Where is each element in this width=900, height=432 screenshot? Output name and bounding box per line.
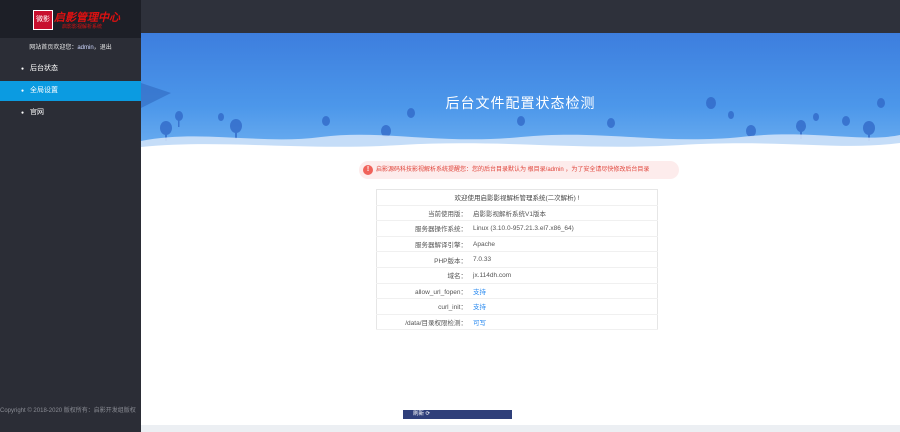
- row-key: curl_init：: [376, 298, 473, 315]
- row-key: 服务器解译引擎：: [376, 236, 473, 253]
- row-value: 支持: [473, 298, 658, 315]
- logout-link[interactable]: 退出: [100, 45, 112, 51]
- logo[interactable]: 微影 启影管理中心 启影影视解析系统: [0, 0, 141, 38]
- sidebar-item-label: 后台状态: [30, 65, 58, 72]
- table-row: /data/目录权限检测： 可写: [376, 314, 658, 331]
- row-key: allow_url_fopen：: [376, 283, 473, 300]
- copyright: Copyright © 2018-2020 版权所有：启影开发组版权: [0, 408, 136, 414]
- sidebar-nav: 后台状态 全局设置 官网: [0, 59, 141, 125]
- row-value: 支持: [473, 283, 658, 300]
- table-row: curl_init： 支持: [376, 298, 658, 315]
- table-row: PHP版本： 7.0.33: [376, 251, 658, 268]
- row-value: jx.114dh.com: [473, 267, 658, 284]
- refresh-button[interactable]: 刷新 ⟳: [403, 410, 512, 419]
- row-value: 7.0.33: [473, 251, 658, 268]
- table-row: 当前使用版： 启影影视解析系统V1版本: [376, 205, 658, 222]
- row-key: 域名：: [376, 267, 473, 284]
- row-key: 服务器操作系统：: [376, 220, 473, 237]
- userbar: 网站首页欢迎您：admin，退出: [0, 40, 141, 56]
- home-link[interactable]: 网站首页: [29, 45, 53, 51]
- table-row: 服务器操作系统： Linux (3.10.0-957.21.3.el7.x86_6…: [376, 220, 658, 237]
- warning-text: 启影源码科技影视解析系统提醒您：您的后台目录默认为 根目录/admin ，为了安…: [376, 167, 650, 173]
- row-key: 当前使用版：: [376, 205, 473, 222]
- table-heading: 欢迎使用启影影视解析管理系统(二次解析) !: [376, 189, 658, 206]
- table-row: 域名： jx.114dh.com: [376, 267, 658, 284]
- row-value: 启影影视解析系统V1版本: [473, 205, 658, 222]
- username: admin: [77, 45, 94, 51]
- row-key: /data/目录权限检测：: [376, 314, 473, 331]
- top-bar: [141, 0, 900, 33]
- sidebar: 微影 启影管理中心 启影影视解析系统 网站首页欢迎您：admin，退出 后台状态…: [0, 0, 141, 432]
- warning-icon: !: [363, 165, 373, 175]
- table-row: 服务器解译引擎： Apache: [376, 236, 658, 253]
- row-value: Apache: [473, 236, 658, 253]
- security-warning: ! 启影源码科技影视解析系统提醒您：您的后台目录默认为 根目录/admin ，为…: [359, 161, 679, 179]
- sidebar-item-label: 全局设置: [30, 87, 58, 94]
- row-value: 可写: [473, 314, 658, 331]
- sidebar-item-label: 官网: [30, 109, 44, 116]
- row-key: PHP版本：: [376, 251, 473, 268]
- page-title: 后台文件配置状态检测: [445, 95, 596, 111]
- sidebar-item-status[interactable]: 后台状态: [0, 59, 141, 79]
- greeting-label: 欢迎您：: [53, 45, 78, 51]
- sidebar-item-official[interactable]: 官网: [0, 103, 141, 123]
- table-row: allow_url_fopen： 支持: [376, 283, 658, 300]
- hero-banner: 后台文件配置状态检测: [141, 33, 900, 155]
- horizontal-scrollbar[interactable]: [141, 425, 900, 432]
- logo-badge: 微影: [33, 10, 53, 30]
- logo-subtitle: 启影影视解析系统: [62, 24, 103, 30]
- row-value: Linux (3.10.0-957.21.3.el7.x86_64): [473, 220, 658, 237]
- server-info-table: 欢迎使用启影影视解析管理系统(二次解析) ! 当前使用版： 启影影视解析系统V1版…: [376, 189, 658, 331]
- table-row: 欢迎使用启影影视解析管理系统(二次解析) !: [376, 189, 658, 206]
- sidebar-item-settings[interactable]: 全局设置: [0, 81, 141, 101]
